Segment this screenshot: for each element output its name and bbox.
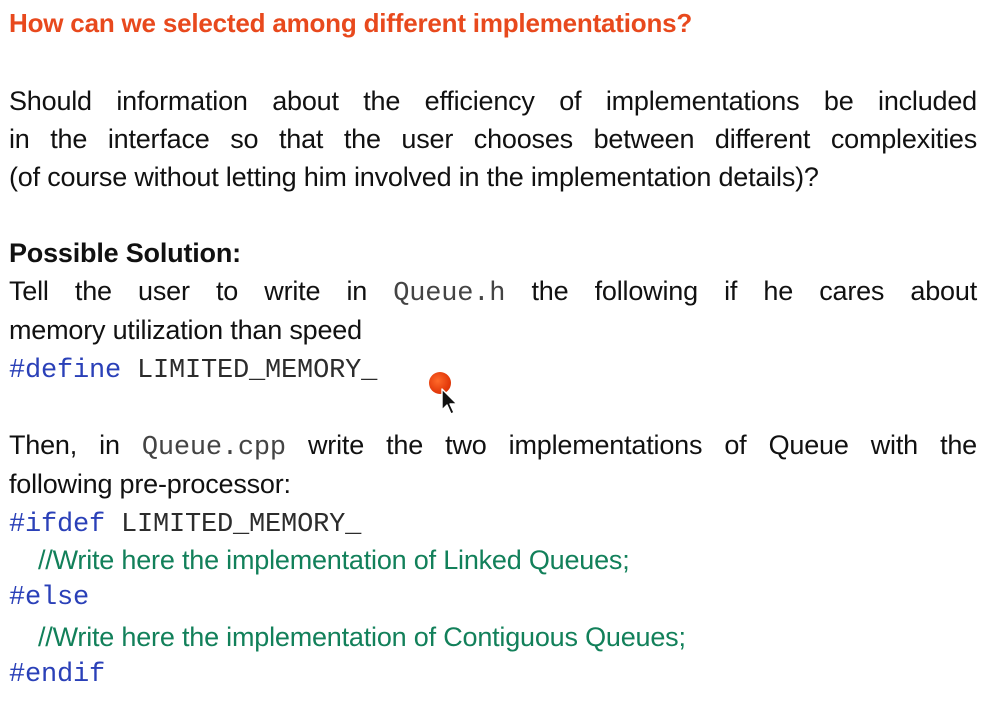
then-line-2: following pre-processor: — [9, 469, 291, 499]
solution-line-1: Tell the user to write in Queue.h the fo… — [9, 272, 977, 313]
solution-heading: Possible Solution: — [9, 238, 241, 268]
define-directive: #define — [9, 356, 122, 386]
then-after: write the two implementations of Queue w… — [285, 430, 977, 460]
ifdef-directive: #ifdef — [9, 510, 106, 540]
comment-linked-queues: //Write here the implementation of Linke… — [38, 545, 630, 575]
slide: How can we selected among different impl… — [0, 0, 987, 701]
then-line-1: Then, in Queue.cpp write the two impleme… — [9, 426, 977, 467]
else-directive: #else — [9, 583, 90, 613]
slide-title: How can we selected among different impl… — [9, 8, 693, 38]
ifdef-line: #ifdef LIMITED_MEMORY_ — [9, 503, 361, 544]
mouse-cursor-icon — [441, 388, 458, 415]
queue-cpp-code: Queue.cpp — [141, 433, 286, 463]
endif-directive: #endif — [9, 660, 106, 690]
then-before: Then, in — [9, 430, 142, 460]
question-line-1: Should information about the efficiency … — [9, 86, 977, 116]
solution-line-2: memory utilization than speed — [9, 315, 362, 345]
queue-h-code: Queue.h — [393, 279, 506, 309]
solution-line-1-before: Tell the user to write in — [9, 276, 394, 306]
question-line-3: (of course without letting him involved … — [9, 162, 819, 192]
ifdef-macro: LIMITED_MEMORY_ — [105, 510, 362, 540]
comment-contiguous-queues: //Write here the implementation of Conti… — [38, 622, 686, 652]
define-line: #define LIMITED_MEMORY_ — [9, 349, 377, 390]
question-line-2: in the interface so that the user choose… — [9, 124, 977, 154]
define-macro: LIMITED_MEMORY_ — [121, 356, 378, 386]
solution-line-1-after: the following if he cares about — [505, 276, 978, 306]
